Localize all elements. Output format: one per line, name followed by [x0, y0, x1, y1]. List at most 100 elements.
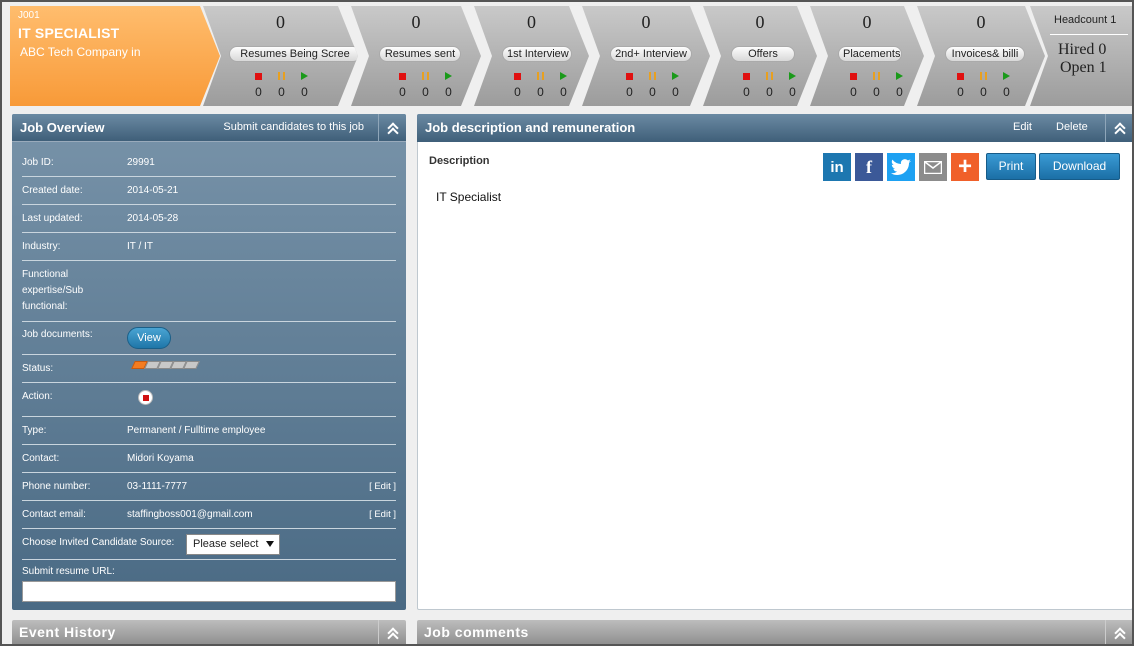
job-description-header: Job description and remuneration Edit De…: [417, 114, 1132, 142]
chevron-up-icon: [1115, 627, 1125, 639]
email-icon[interactable]: [919, 153, 947, 181]
stopped-count: 0: [514, 85, 521, 99]
pause-icon[interactable]: [529, 71, 552, 81]
pause-icon[interactable]: [270, 71, 293, 81]
candidate-source-select[interactable]: Please select: [186, 534, 280, 555]
stage-count: 0: [862, 12, 872, 32]
field-label: Status:: [22, 363, 54, 374]
facebook-icon[interactable]: f: [855, 153, 883, 181]
delete-job-link[interactable]: Delete: [1056, 121, 1088, 133]
stop-icon[interactable]: [842, 71, 865, 81]
description-label: Description: [429, 155, 490, 167]
paused-count: 0: [980, 85, 987, 99]
pause-icon[interactable]: [414, 71, 437, 81]
field-created-date: Created date: 2014-05-21: [22, 177, 396, 205]
play-icon[interactable]: [552, 71, 575, 81]
active-count: 0: [789, 85, 796, 99]
field-value: 2014-05-28: [127, 213, 179, 224]
stop-icon: [142, 394, 149, 401]
field-status: Status:: [22, 355, 396, 383]
stopped-count: 0: [399, 85, 406, 99]
play-icon[interactable]: [293, 71, 316, 81]
stop-action-button[interactable]: [138, 390, 153, 405]
edit-description-link[interactable]: Edit: [1013, 121, 1032, 133]
field-label: Functional: [22, 269, 69, 280]
pipeline-stage[interactable]: 0 Resumes Being Scree 0 0 0: [203, 6, 358, 106]
job-overview-panel: Job Overview Submit candidates to this j…: [12, 114, 406, 610]
stage-count: 0: [276, 12, 285, 32]
field-label: Job ID:: [22, 157, 54, 168]
field-value: 29991: [127, 157, 155, 168]
pause-icon[interactable]: [865, 71, 888, 81]
active-count: 0: [445, 85, 452, 99]
collapse-button[interactable]: [1105, 114, 1132, 142]
stage-counts: 0 0 0: [506, 85, 575, 99]
add-share-icon[interactable]: +: [951, 153, 979, 181]
collapse-button[interactable]: [1105, 620, 1132, 644]
stop-icon[interactable]: [949, 71, 972, 81]
stop-icon[interactable]: [506, 71, 529, 81]
pipeline-stage[interactable]: 0 2nd+ Interview 0 0 0: [582, 6, 710, 106]
collapse-button[interactable]: [378, 114, 406, 142]
field-label: Phone number:: [22, 481, 91, 492]
field-label: Type:: [22, 425, 47, 436]
overview-fields: Job ID: 29991 Created date: 2014-05-21 L…: [22, 148, 396, 582]
event-history-header: Event History: [12, 620, 406, 644]
app-window: J001 IT SPECIALIST ABC Tech Company in 0…: [0, 0, 1134, 646]
field-label: expertise/Sub: [22, 285, 84, 296]
stop-icon[interactable]: [735, 71, 758, 81]
field-value: IT / IT: [127, 241, 153, 252]
stop-icon[interactable]: [247, 71, 270, 81]
pipeline-stage[interactable]: 0 Resumes sent 0 0 0: [351, 6, 481, 106]
download-button[interactable]: Download: [1039, 153, 1120, 180]
play-icon[interactable]: [664, 71, 687, 81]
field-label: Choose Invited Candidate Source:: [22, 537, 175, 548]
field-submit-resume-url: Submit resume URL:: [22, 560, 396, 582]
field-industry: Industry: IT / IT: [22, 233, 396, 261]
print-button[interactable]: Print: [986, 153, 1036, 180]
stage-count: 0: [755, 12, 765, 32]
twitter-icon[interactable]: [887, 153, 915, 181]
paused-count: 0: [422, 85, 429, 99]
stopped-count: 0: [743, 85, 750, 99]
play-icon[interactable]: [781, 71, 804, 81]
pipeline-stage[interactable]: 0 1st Interview 0 0 0: [474, 6, 589, 106]
play-icon[interactable]: [437, 71, 460, 81]
pause-icon[interactable]: [972, 71, 995, 81]
stop-icon[interactable]: [391, 71, 414, 81]
field-phone: Phone number: 03-1111-7777 [ Edit ]: [22, 473, 396, 501]
field-label: Created date:: [22, 185, 83, 196]
play-icon[interactable]: [888, 71, 911, 81]
field-value: staffingboss001@gmail.com: [127, 509, 253, 520]
submit-candidates-link[interactable]: Submit candidates to this job: [223, 121, 364, 133]
edit-phone-link[interactable]: [ Edit ]: [369, 481, 396, 492]
submit-resume-url-input[interactable]: [22, 581, 396, 602]
stage-controls: [618, 71, 687, 81]
collapse-button[interactable]: [378, 620, 406, 644]
pause-icon[interactable]: [758, 71, 781, 81]
pipeline-stage[interactable]: 0 Invoices& billi 0 0 0: [917, 6, 1045, 106]
stage-controls: [247, 71, 316, 81]
status-progress: [131, 361, 200, 369]
paused-count: 0: [537, 85, 544, 99]
stage-controls: [506, 71, 575, 81]
stop-icon[interactable]: [618, 71, 641, 81]
stage-counts: 0 0 0: [618, 85, 687, 99]
pipeline-stage[interactable]: 0 Placements 0 0 0: [810, 6, 924, 106]
paused-count: 0: [278, 85, 285, 99]
stopped-count: 0: [850, 85, 857, 99]
linkedin-icon[interactable]: in: [823, 153, 851, 181]
field-job-documents: Job documents: View: [22, 322, 396, 355]
job-title-stage[interactable]: J001 IT SPECIALIST ABC Tech Company in: [10, 6, 220, 106]
view-documents-button[interactable]: View: [127, 327, 171, 349]
field-label: Industry:: [22, 241, 61, 252]
pipeline-stage[interactable]: 0 Offers 0 0 0: [703, 6, 817, 106]
pause-icon[interactable]: [641, 71, 664, 81]
play-icon[interactable]: [995, 71, 1018, 81]
stage-label: Invoices& billi: [945, 46, 1025, 62]
panel-title: Job comments: [424, 624, 529, 640]
stage-counts: 0 0 0: [247, 85, 316, 99]
field-value: 03-1111-7777: [127, 481, 188, 492]
edit-email-link[interactable]: [ Edit ]: [369, 509, 396, 520]
divider: [1050, 34, 1128, 35]
